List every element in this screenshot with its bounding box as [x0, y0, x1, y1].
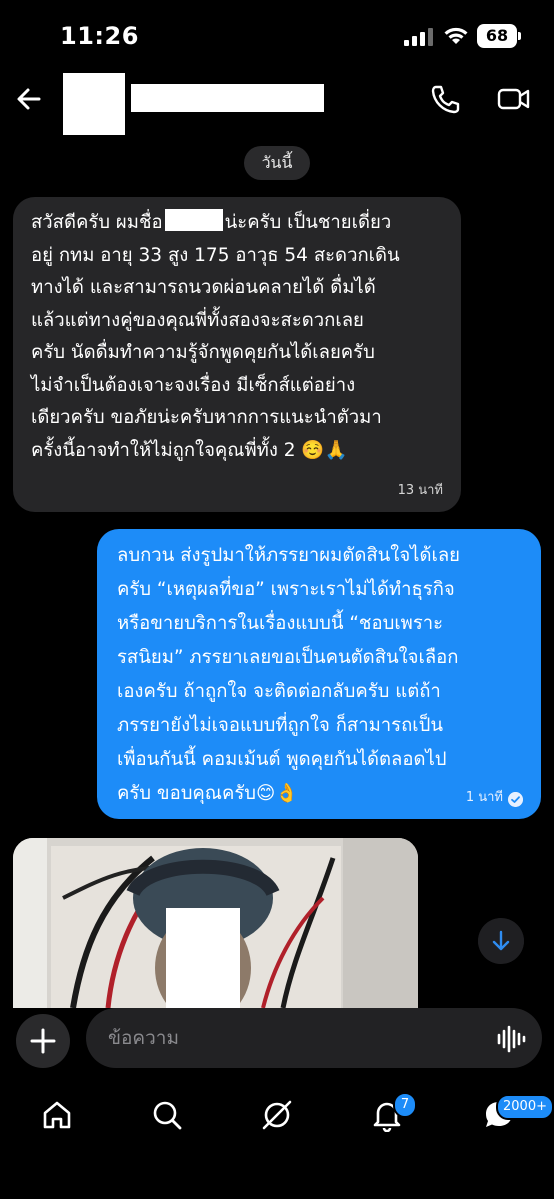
incoming-message[interactable]: สวัสดีครับ ผมชื่อ น่ะครับ เป็นชายเดี่ยว อ… [13, 197, 461, 512]
bottom-navigation: 7 2000+ [0, 1080, 554, 1199]
outgoing-message[interactable]: ลบกวน ส่งรูปมาให้ภรรยาผมตัดสินใจได้เลย ค… [97, 529, 541, 819]
incoming-message-text: สวัสดีครับ ผมชื่อ น่ะครับ เป็นชายเดี่ยว อ… [31, 207, 445, 467]
date-separator: วันนี้ [244, 146, 310, 180]
wifi-icon [444, 27, 468, 44]
message-input[interactable]: ข้อความ [108, 1008, 468, 1068]
scroll-down-button[interactable] [478, 918, 524, 964]
status-bar: 11:26 68 [0, 0, 554, 70]
home-icon[interactable] [40, 1098, 74, 1132]
seen-check-icon [508, 792, 523, 807]
battery-icon: 68 [477, 24, 521, 48]
explore-icon[interactable] [260, 1098, 294, 1132]
message-composer: ข้อความ [0, 1008, 554, 1078]
battery-level: 68 [477, 24, 517, 48]
message-input-wrapper[interactable]: ข้อความ [86, 1008, 542, 1068]
search-icon[interactable] [150, 1098, 184, 1132]
video-call-icon[interactable] [497, 84, 531, 114]
add-attachment-button[interactable] [16, 1014, 70, 1068]
redacted-avatar[interactable] [63, 73, 125, 135]
message-text-part: สวัสดีครับ ผมชื่อ [31, 212, 163, 233]
photo-message[interactable] [13, 838, 418, 1008]
redacted-name [164, 209, 223, 231]
back-arrow-icon[interactable] [14, 84, 44, 114]
notifications-badge: 7 [393, 1092, 417, 1118]
message-timestamp: 1 นาที [465, 790, 503, 805]
message-text-part: อยู่ กทม อายุ 33 สูง 175 อาวุธ 54 สะดวกเ… [31, 244, 400, 461]
redacted-face [166, 908, 240, 1008]
chat-header [0, 70, 554, 136]
plus-icon [30, 1028, 56, 1054]
signal-icon [404, 28, 433, 46]
outgoing-message-text: ลบกวน ส่งรูปมาให้ภรรยาผมตัดสินใจได้เลย ค… [117, 545, 460, 804]
battery-tip [518, 32, 521, 40]
messages-badge: 2000+ [496, 1094, 554, 1120]
message-timestamp: 13 นาที [397, 483, 443, 498]
phone-call-icon[interactable] [430, 84, 460, 114]
message-text-part: น่ะครับ เป็นชายเดี่ยว [224, 212, 392, 233]
status-time: 11:26 [60, 22, 139, 50]
voice-wave-icon[interactable] [496, 1024, 526, 1054]
redacted-contact-name[interactable] [131, 84, 324, 112]
